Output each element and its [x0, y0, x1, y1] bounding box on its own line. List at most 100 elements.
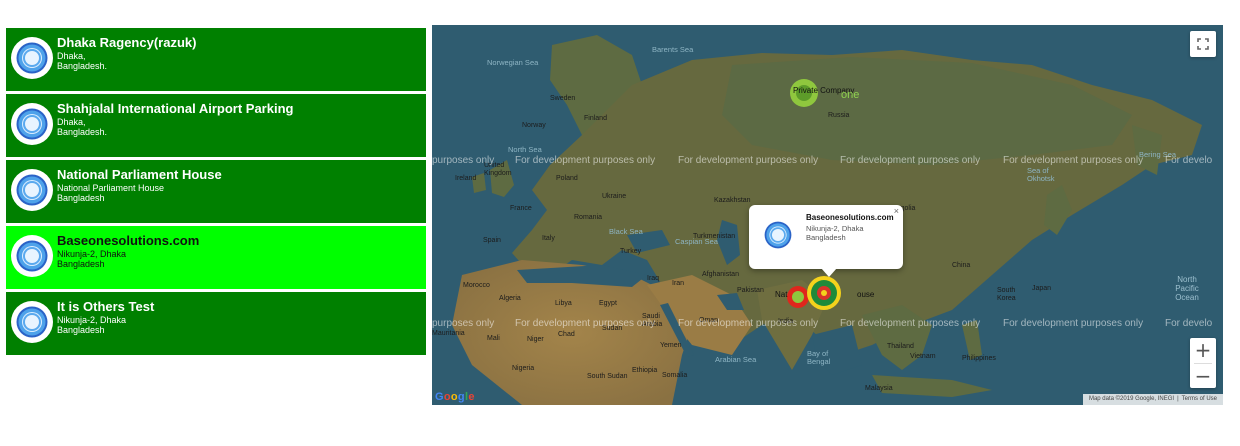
baseone-logo-icon [10, 36, 54, 80]
info-window-address: Nikunja-2, Dhaka [806, 224, 864, 233]
dev-watermark: For development purposes only [678, 318, 819, 329]
zoom-control: + − [1190, 338, 1216, 388]
map-label: Turkey [620, 248, 642, 255]
map-label: Barents Sea [652, 45, 694, 54]
location-list: Dhaka Ragency(razuk) Dhaka, Bangladesh. … [6, 28, 426, 358]
map-label: Poland [556, 175, 578, 182]
map-label: Yemen [660, 342, 682, 349]
map-canvas[interactable]: Norwegian Sea Barents Sea Sweden Finland… [432, 25, 1223, 405]
baseone-logo-icon [759, 216, 797, 254]
dev-watermark: For development purposes only [840, 155, 981, 166]
map-marker-dhaka-cluster[interactable] [786, 275, 842, 317]
info-window-country: Bangladesh [806, 233, 846, 242]
map-label: Ireland [455, 175, 477, 182]
marker-label-one: one [841, 89, 860, 101]
location-address: Nikunja-2, Dhaka [57, 315, 127, 325]
google-logo-letter: g [457, 391, 465, 403]
baseone-logo-icon [10, 234, 54, 278]
baseone-logo-icon [10, 300, 54, 344]
map-label: Malaysia [865, 385, 893, 392]
map-label: Mauritania [432, 330, 465, 337]
location-country: Bangladesh [57, 193, 105, 203]
map-label: Mali [487, 335, 500, 342]
dev-watermark: For development purposes only [678, 155, 819, 166]
info-window-tail [821, 268, 837, 277]
map-label: Vietnam [910, 353, 936, 360]
map-label: Turkmenistan [693, 233, 736, 240]
dev-watermark: For development purposes only [515, 318, 656, 329]
terms-of-use-link[interactable]: Terms of Use [1179, 396, 1220, 402]
location-item-dhaka-ragency[interactable]: Dhaka Ragency(razuk) Dhaka, Bangladesh. [6, 28, 426, 91]
baseone-logo-icon [10, 168, 54, 212]
map-label: Algeria [499, 295, 521, 302]
location-address: Dhaka, [57, 51, 86, 61]
dev-watermark: For develo [1165, 318, 1213, 329]
location-title: Dhaka Ragency(razuk) [57, 35, 197, 50]
google-logo-letter: e [468, 391, 475, 403]
location-item-others-test[interactable]: It is Others Test Nikunja-2, Dhaka Bangl… [6, 292, 426, 355]
info-window: Baseonesolutions.com Nikunja-2, Dhaka Ba… [749, 205, 903, 277]
map-label: Kazakhstan [714, 197, 751, 204]
map-label: Finland [584, 115, 607, 122]
location-item-airport-parking[interactable]: Shahjalal International Airport Parking … [6, 94, 426, 157]
map-label: Libya [555, 300, 572, 307]
map-label: Russia [828, 112, 850, 119]
map-label: Somalia [662, 372, 688, 379]
map-attribution: Map data ©2019 Google, INEGI | Terms of Us… [1082, 394, 1223, 405]
zoom-out-button[interactable]: − [1190, 364, 1216, 388]
map-label: Norway [522, 122, 546, 129]
fullscreen-button[interactable] [1190, 31, 1216, 57]
map-label: Philippines [962, 355, 996, 362]
map-label: Sea of Okhotsk [1027, 166, 1055, 183]
location-title: It is Others Test [57, 299, 155, 314]
baseone-logo-icon [10, 102, 54, 146]
map-label: Nigeria [512, 365, 535, 372]
map-data-credit: Map data ©2019 Google, INEGI [1088, 396, 1175, 402]
map-label: Iraq [647, 275, 660, 282]
map-label: Iran [672, 280, 685, 287]
google-logo: Google [435, 391, 475, 403]
google-logo-letter: o [450, 391, 458, 403]
dev-watermark: For develo [1165, 155, 1213, 166]
location-item-parliament-house[interactable]: National Parliament House National Parli… [6, 160, 426, 223]
info-window-close-button[interactable]: × [894, 206, 899, 216]
map-label: Ethiopia [632, 367, 658, 374]
map-label: Chad [558, 331, 575, 338]
map-label: Niger [527, 336, 544, 343]
map-label: Romania [574, 214, 603, 221]
dev-watermark: For development purposes only [515, 155, 656, 166]
dev-watermark: purposes only [432, 318, 495, 329]
dev-watermark: For development purposes only [1003, 318, 1144, 329]
map-label: Afghanistan [702, 271, 739, 278]
location-country: Bangladesh [57, 325, 105, 335]
map-label: Arabian Sea [715, 355, 757, 364]
map-label: Morocco [463, 282, 490, 289]
location-address: Nikunja-2, Dhaka [57, 249, 127, 259]
location-item-baseonesolutions[interactable]: Baseonesolutions.com Nikunja-2, Dhaka Ba… [6, 226, 426, 289]
location-address: Dhaka, [57, 117, 86, 127]
map-label: Thailand [887, 343, 914, 350]
location-title: Baseonesolutions.com [57, 233, 200, 248]
dev-watermark: purposes only [432, 155, 495, 166]
location-country: Bangladesh. [57, 127, 108, 137]
map-label: Sweden [550, 95, 576, 102]
dev-watermark: For development purposes only [840, 318, 981, 329]
map-label: North Pacific Ocean [1175, 275, 1199, 302]
map-label: Japan [1032, 285, 1052, 292]
map-label: South Sudan [587, 373, 628, 380]
map-label: Spain [483, 237, 501, 244]
location-title: Shahjalal International Airport Parking [57, 101, 294, 116]
zoom-in-button[interactable]: + [1190, 338, 1216, 362]
marker-label-ouse: ouse [857, 290, 875, 299]
fullscreen-icon [1197, 38, 1209, 50]
map-label: South Korea [997, 287, 1016, 302]
map-label: China [952, 262, 971, 269]
map-label: North Sea [508, 145, 542, 154]
dev-watermark: For development purposes only [1003, 155, 1144, 166]
map-label: Norwegian Sea [487, 58, 539, 67]
map-label: Ukraine [602, 193, 627, 200]
marker-label-nat: Nat [775, 290, 788, 299]
map-label: Egypt [599, 300, 617, 307]
map-label: Italy [542, 235, 555, 242]
location-address: National Parliament House [57, 183, 165, 193]
